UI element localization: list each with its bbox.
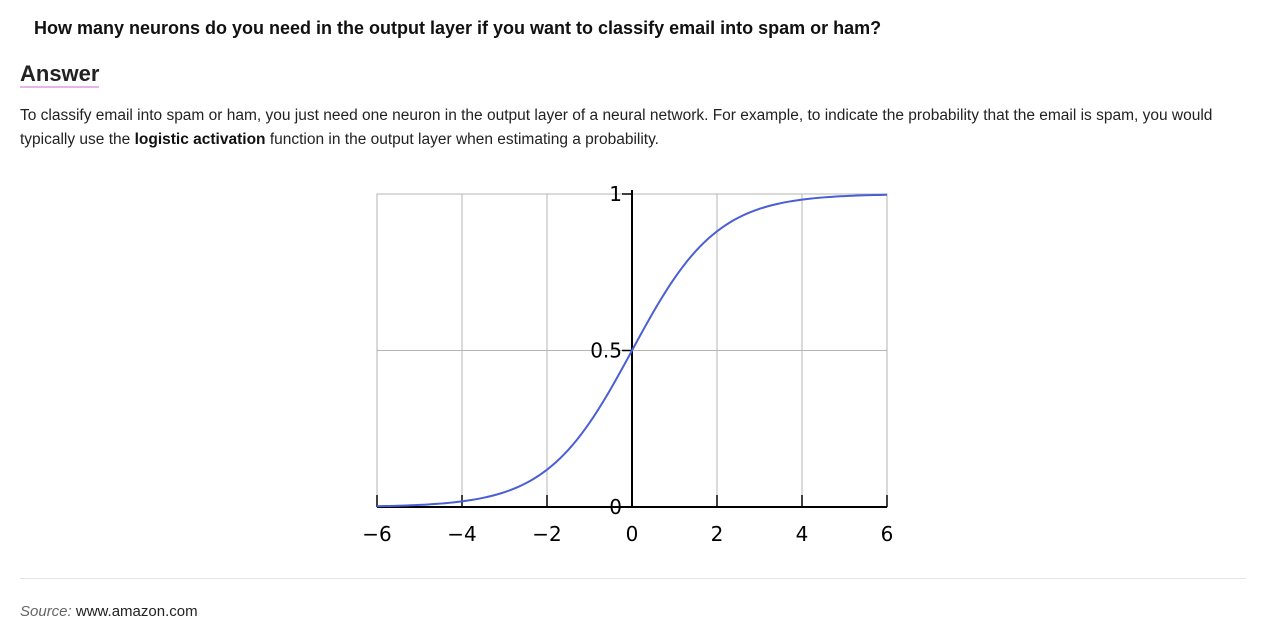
answer-text-part2: function in the output layer when estima…	[265, 131, 659, 148]
x-tick-label: −4	[447, 522, 476, 546]
x-tick-label: 4	[796, 522, 809, 546]
source-link[interactable]: www.amazon.com	[76, 603, 198, 620]
y-tick-label: 0	[609, 495, 622, 519]
source-line: Source: www.amazon.com	[20, 603, 198, 620]
x-tick-label: 0	[626, 522, 639, 546]
x-tick-label: −6	[362, 522, 391, 546]
question-heading: How many neurons do you need in the outp…	[34, 18, 882, 38]
divider	[20, 578, 1246, 579]
x-tick-label: 2	[711, 522, 724, 546]
answer-heading: Answer	[20, 61, 100, 88]
y-tick-label: 0.5	[590, 339, 622, 363]
x-tick-label: −2	[532, 522, 561, 546]
answer-text-bold: logistic activation	[134, 131, 266, 148]
x-tick-label: 6	[881, 522, 894, 546]
source-label: Source:	[20, 603, 72, 620]
y-tick-label: 1	[609, 182, 622, 206]
logistic-chart: −6 −4 −2 0 2 4 6 0 0.5 1	[0, 170, 1266, 560]
logistic-chart-svg: −6 −4 −2 0 2 4 6 0 0.5 1	[362, 182, 894, 546]
answer-paragraph: To classify email into spam or ham, you …	[20, 104, 1250, 152]
